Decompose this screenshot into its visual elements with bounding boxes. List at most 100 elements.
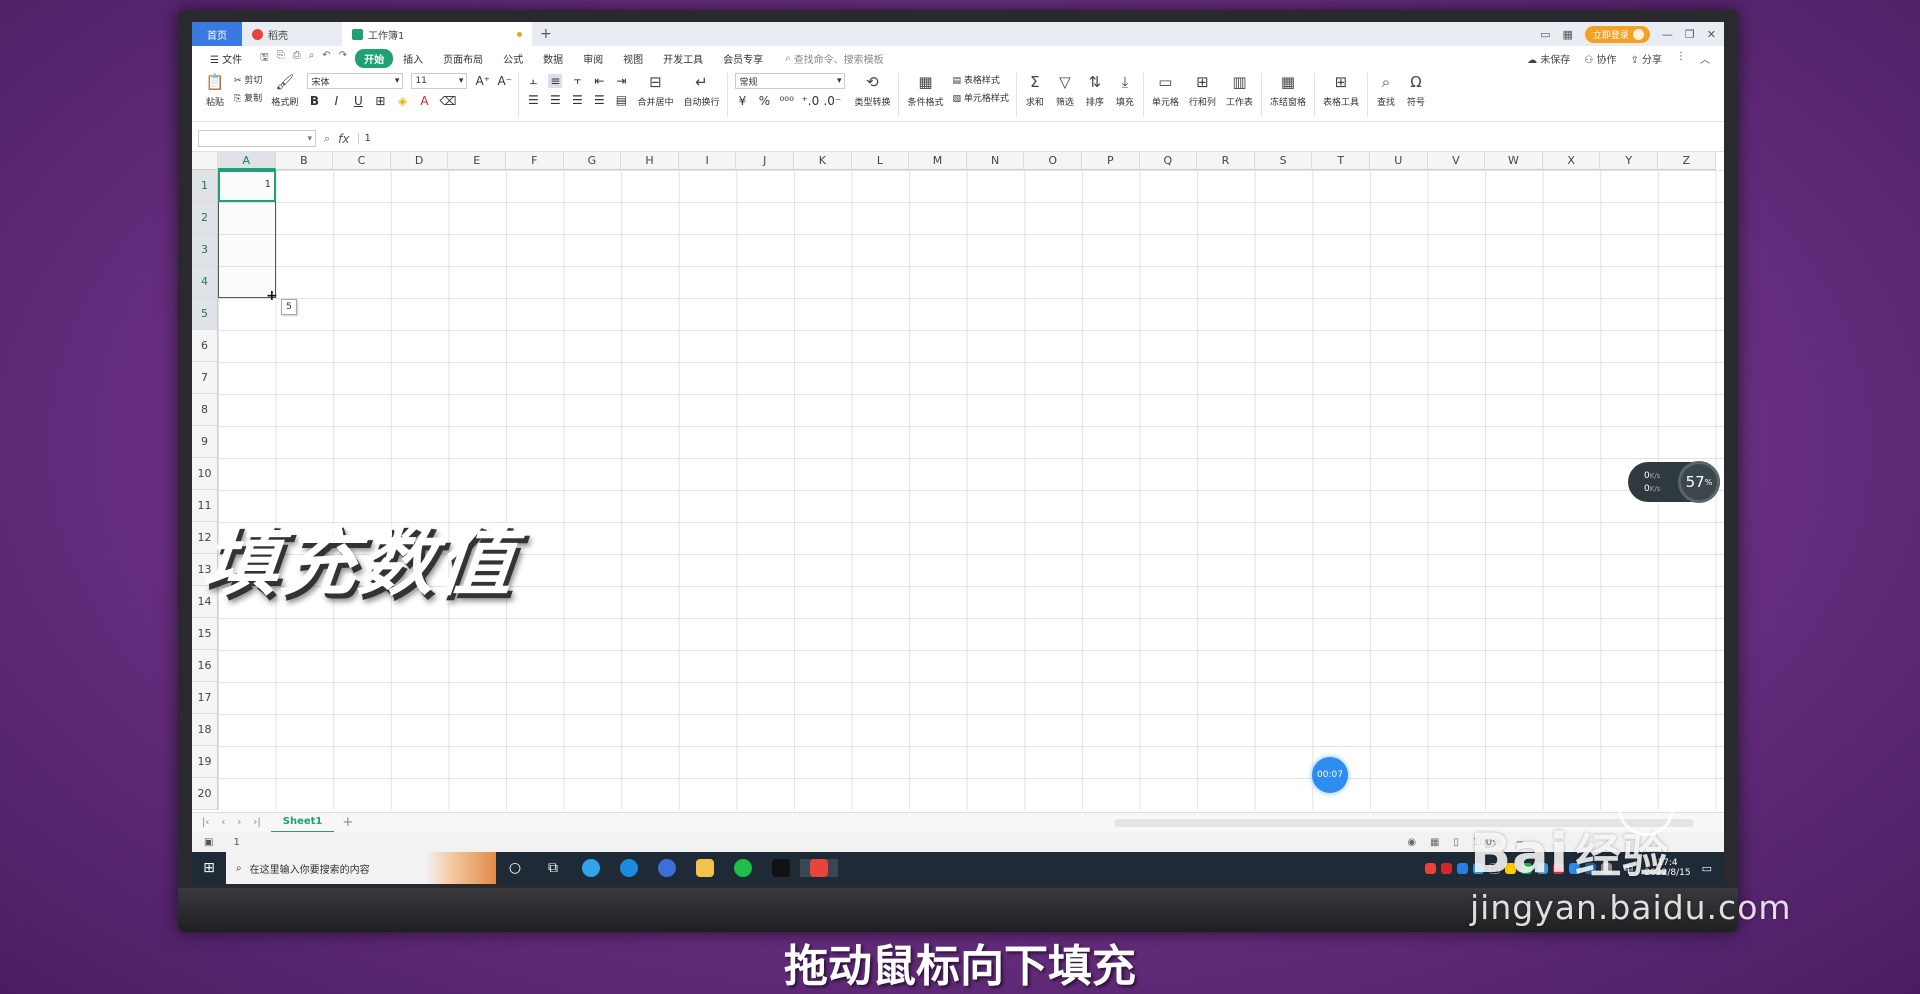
row-header-7[interactable]: 7 [192,362,218,394]
font-color-icon[interactable]: A [417,94,431,108]
font-select[interactable]: 宋体 ▾ [307,73,404,89]
cut-button[interactable]: ✂ 剪切 [234,73,262,86]
restore-icon[interactable]: ❐ [1685,28,1695,41]
menu-insert[interactable]: 插入 [393,51,433,66]
column-header-g[interactable]: G [563,152,622,170]
task-view-icon[interactable]: ⧉ [534,860,572,876]
recording-timer[interactable]: 00:07 [1312,757,1348,793]
currency-icon[interactable]: ¥ [735,94,749,108]
windows-start-icon[interactable]: ⊞ [192,860,226,876]
row-header-17[interactable]: 17 [192,682,218,714]
row-header-18[interactable]: 18 [192,714,218,746]
column-header-x[interactable]: X [1542,152,1601,170]
conditional-format-button[interactable]: ▦ 条件格式 [902,70,948,110]
filter-button[interactable]: ▽ 筛选 [1050,70,1080,110]
column-header-e[interactable]: E [448,152,506,170]
tab-docer[interactable]: 稻壳 [242,22,342,46]
find-button[interactable]: ⌕ 查找 [1371,70,1401,110]
share-button[interactable]: ⇪ 分享 [1630,51,1662,66]
border-icon[interactable]: ⊞ [373,94,387,108]
paste-button[interactable]: 📋 粘贴 [200,70,230,110]
new-tab-button[interactable]: + [532,26,560,42]
close-icon[interactable]: ✕ [1707,28,1716,41]
row-header-3[interactable]: 3 [192,234,218,266]
copy-button[interactable]: ⎘ 复制 [234,91,262,104]
menu-formulas[interactable]: 公式 [493,51,533,66]
export-pdf-icon[interactable]: ⎘ [277,50,285,67]
minimize-icon[interactable]: — [1662,28,1673,41]
row-header-15[interactable]: 15 [192,618,218,650]
tray-wps-icon[interactable] [1425,862,1437,874]
tab-workbook[interactable]: 工作簿1 [342,22,532,46]
align-left-icon[interactable]: ☰ [526,93,540,107]
indent-decrease-icon[interactable]: ⇤ [592,74,606,88]
preview-icon[interactable]: ⌕ [309,50,315,67]
cell-a1[interactable]: 1 [218,170,276,202]
clear-format-icon[interactable]: ⌫ [439,94,456,108]
underline-button[interactable]: U [351,94,365,108]
undo-icon[interactable]: ↶ [322,50,330,67]
worksheet-button[interactable]: ▥ 工作表 [1221,70,1258,110]
column-header-q[interactable]: Q [1139,152,1198,170]
table-tools-button[interactable]: ⊞ 表格工具 [1318,70,1364,110]
table-style-button[interactable]: ▤ 表格样式 [953,73,1009,86]
tray-netease-icon[interactable] [1441,862,1453,874]
cell-button[interactable]: ▭ 单元格 [1147,70,1184,110]
wrap-text-button[interactable]: ↵ 自动换行 [678,70,724,110]
italic-button[interactable]: I [329,94,343,108]
formula-input[interactable]: 1 [357,133,1725,144]
column-header-v[interactable]: V [1427,152,1486,170]
column-header-a[interactable]: A [218,152,276,170]
first-sheet-icon[interactable]: |‹ [202,817,209,828]
menu-view[interactable]: 视图 [613,51,653,66]
merge-center-button[interactable]: ⊟ 合并居中 [632,70,678,110]
command-search[interactable]: ⌕ 查找命令、搜索模板 [785,51,884,66]
column-header-d[interactable]: D [390,152,449,170]
macro-icon[interactable]: ▣ [204,837,213,848]
edge-icon[interactable] [610,859,648,877]
symbol-button[interactable]: Ω 符号 [1401,70,1431,110]
align-top-icon[interactable]: ⫠ [526,73,540,88]
row-header-10[interactable]: 10 [192,458,218,490]
sort-button[interactable]: ⇅ 排序 [1080,70,1110,110]
tray-app-icon[interactable] [1457,862,1469,874]
align-bottom-icon[interactable]: ⫟ [570,73,584,88]
cortana-icon[interactable]: ○ [496,860,534,876]
eye-protect-icon[interactable]: ◉ [1407,837,1416,848]
column-header-c[interactable]: C [333,152,391,170]
column-header-l[interactable]: L [851,152,910,170]
row-header-2[interactable]: 2 [192,202,218,234]
login-button[interactable]: 立即登录 [1584,25,1650,43]
column-header-r[interactable]: R [1197,152,1255,170]
number-format-select[interactable]: 常规 ▾ [735,73,846,89]
add-sheet-button[interactable]: + [334,815,361,830]
column-header-k[interactable]: K [794,152,852,170]
taskbar-search[interactable]: ⌕ 在这里输入你要搜索的内容 [226,852,496,884]
network-speed-widget[interactable]: 0K/s 0K/s 57% [1628,461,1720,503]
row-header-8[interactable]: 8 [192,394,218,426]
zoom-formula-icon[interactable]: ⌕ [324,132,330,146]
row-header-6[interactable]: 6 [192,330,218,362]
row-header-4[interactable]: 4 [192,266,218,298]
column-header-n[interactable]: N [966,152,1025,170]
row-header-1[interactable]: 1 [192,170,218,202]
cells-area[interactable] [218,170,1724,810]
row-header-5[interactable]: 5 [192,298,218,330]
menu-review[interactable]: 审阅 [573,51,613,66]
page-view-icon[interactable]: ▯ [1454,837,1460,848]
align-middle-icon[interactable]: ≡ [548,73,563,88]
tiktok-icon[interactable] [762,859,800,877]
last-sheet-icon[interactable]: ›| [253,817,260,828]
thousands-icon[interactable]: ⁰⁰⁰ [779,94,793,108]
menu-page-layout[interactable]: 页面布局 [433,51,493,66]
fill-color-icon[interactable]: ◈ [395,94,409,108]
row-header-19[interactable]: 19 [192,746,218,778]
column-header-i[interactable]: I [678,152,737,170]
normal-view-icon[interactable]: ▦ [1430,837,1439,848]
row-header-9[interactable]: 9 [192,426,218,458]
collapse-ribbon-icon[interactable]: ︿ [1700,51,1710,66]
sheet-tab-sheet1[interactable]: Sheet1 [270,813,335,833]
menu-data[interactable]: 数据 [533,51,573,66]
wps-icon[interactable] [800,859,838,877]
unsaved-button[interactable]: ☁ 未保存 [1527,51,1570,66]
